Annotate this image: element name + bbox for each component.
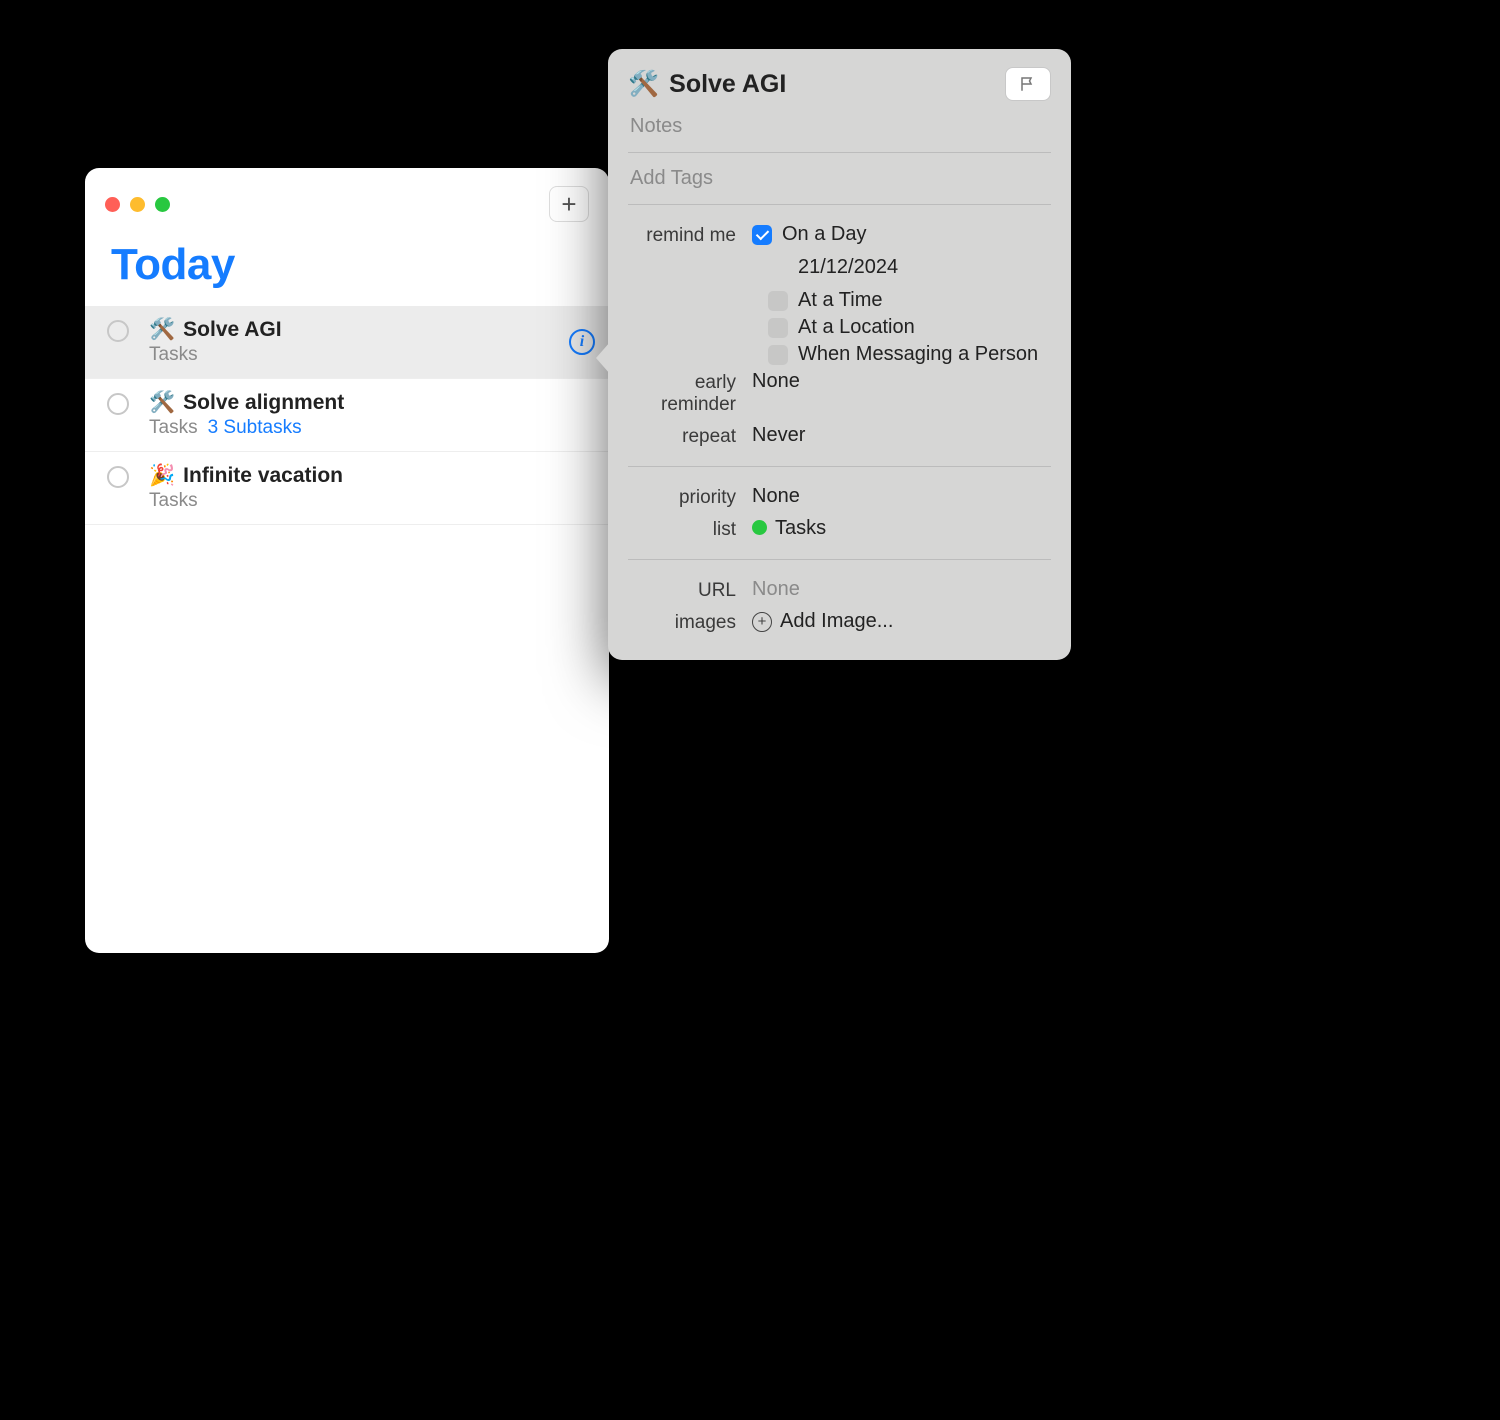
task-emoji: 🛠️	[628, 70, 659, 99]
task-list-name: Tasks	[149, 490, 198, 512]
divider	[628, 466, 1051, 467]
task-row[interactable]: 🛠️ Solve AGITasks i	[85, 306, 609, 379]
priority-section: priority None list Tasks	[608, 473, 1071, 553]
add-reminder-button[interactable]: +	[549, 186, 589, 222]
option-label: At a Location	[798, 316, 915, 339]
remind-date[interactable]: 21/12/2024	[798, 256, 1051, 279]
task-title: 🎉 Infinite vacation	[149, 464, 595, 488]
reminder-details-popover: 🛠️ Solve AGI Notes Add Tags remind me On…	[608, 49, 1071, 660]
divider	[628, 152, 1051, 153]
task-emoji: 🛠️	[149, 318, 175, 342]
notes-field[interactable]: Notes	[608, 107, 1071, 146]
task-meta: Tasks 3 Subtasks	[149, 417, 595, 439]
task-content: 🛠️ Solve AGITasks	[149, 318, 569, 366]
divider	[628, 204, 1051, 205]
task-checkbox[interactable]	[107, 466, 129, 488]
checkbox-icon	[752, 225, 772, 245]
plus-circle-icon: +	[752, 612, 772, 632]
list-color-dot	[752, 520, 767, 535]
remind-option-messaging-person[interactable]: When Messaging a Person	[768, 343, 1051, 366]
url-images-section: URL None images + Add Image...	[608, 566, 1071, 646]
divider	[628, 559, 1051, 560]
checkbox-icon	[768, 345, 788, 365]
task-meta: Tasks	[149, 490, 595, 512]
list-value[interactable]: Tasks	[752, 517, 1051, 540]
traffic-lights	[105, 197, 170, 212]
priority-value[interactable]: None	[752, 485, 1051, 508]
remind-option-at-a-location[interactable]: At a Location	[768, 316, 1051, 339]
reminders-window: + Today 🛠️Solve AGITasksi🛠️Solve alignme…	[85, 168, 609, 953]
task-meta: Tasks	[149, 344, 569, 366]
option-label: On a Day	[782, 223, 866, 246]
tags-field[interactable]: Add Tags	[608, 159, 1071, 198]
add-image-label: Add Image...	[780, 610, 893, 633]
task-checkbox[interactable]	[107, 393, 129, 415]
titlebar: +	[85, 168, 609, 232]
task-content: 🎉 Infinite vacationTasks	[149, 464, 595, 512]
task-title: 🛠️ Solve AGI	[149, 318, 569, 342]
add-image-button[interactable]: + Add Image...	[752, 610, 1051, 633]
early-reminder-value[interactable]: None	[752, 370, 1051, 393]
list-title: Today	[85, 232, 609, 306]
task-list: 🛠️Solve AGITasksi🛠️Solve alignmentTasks3…	[85, 306, 609, 525]
option-label: When Messaging a Person	[798, 343, 1038, 366]
list-label: list	[628, 517, 752, 541]
url-value[interactable]: None	[752, 578, 1051, 601]
task-row[interactable]: 🎉 Infinite vacationTasks	[85, 452, 609, 525]
flag-icon	[1019, 75, 1037, 93]
task-emoji: 🎉	[149, 464, 175, 488]
task-list-name: Tasks	[149, 417, 198, 439]
task-content: 🛠️ Solve alignmentTasks 3 Subtasks	[149, 391, 595, 439]
remind-label: remind me	[628, 223, 752, 247]
task-row[interactable]: 🛠️ Solve alignmentTasks 3 Subtasks	[85, 379, 609, 452]
popover-header: 🛠️ Solve AGI	[608, 49, 1071, 107]
images-label: images	[628, 610, 752, 634]
list-name: Tasks	[775, 517, 826, 539]
url-label: URL	[628, 578, 752, 602]
task-emoji: 🛠️	[149, 391, 175, 415]
remind-option-at-a-time[interactable]: At a Time	[768, 289, 1051, 312]
remind-section: remind me On a Day 21/12/2024 At a Time …	[608, 211, 1071, 460]
task-title-text: Solve AGI	[183, 318, 281, 342]
task-title: 🛠️ Solve alignment	[149, 391, 595, 415]
task-title-text: Solve alignment	[183, 391, 344, 415]
priority-label: priority	[628, 485, 752, 509]
task-checkbox[interactable]	[107, 320, 129, 342]
task-list-name: Tasks	[149, 344, 198, 366]
minimize-window-button[interactable]	[130, 197, 145, 212]
zoom-window-button[interactable]	[155, 197, 170, 212]
info-button[interactable]: i	[569, 329, 595, 355]
task-subtasks-count[interactable]: 3 Subtasks	[208, 417, 302, 439]
close-window-button[interactable]	[105, 197, 120, 212]
repeat-label: repeat	[628, 424, 752, 448]
popover-title: 🛠️ Solve AGI	[628, 70, 786, 99]
remind-option-on-a-day[interactable]: On a Day	[752, 223, 1051, 246]
flag-button[interactable]	[1005, 67, 1051, 101]
task-title-text: Solve AGI	[669, 70, 786, 99]
task-title-text: Infinite vacation	[183, 464, 343, 488]
checkbox-icon	[768, 291, 788, 311]
option-label: At a Time	[798, 289, 882, 312]
plus-icon: +	[561, 189, 576, 220]
repeat-value[interactable]: Never	[752, 424, 1051, 447]
popover-arrow	[596, 342, 610, 374]
early-reminder-label: early reminder	[628, 370, 752, 416]
checkbox-icon	[768, 318, 788, 338]
